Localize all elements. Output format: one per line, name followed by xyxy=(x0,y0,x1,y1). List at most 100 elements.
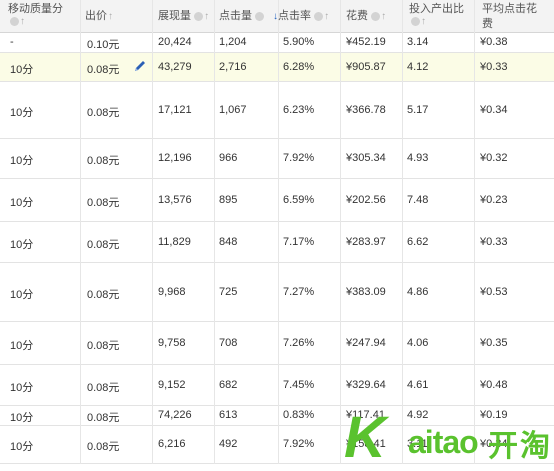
cell-avg-cpc: ¥0.23 xyxy=(480,194,508,206)
cell-cost: ¥366.78 xyxy=(346,104,386,116)
col-header-bid[interactable]: 出价↑ xyxy=(85,7,113,23)
table-row[interactable] xyxy=(0,82,554,139)
sort-up-icon[interactable]: ↑ xyxy=(20,16,25,27)
cell-avg-cpc: ¥0.32 xyxy=(480,152,508,164)
watermark-text: aitao xyxy=(408,424,479,460)
cell-roi: 4.61 xyxy=(407,379,429,391)
col-header-clicks[interactable]: 点击量 xyxy=(219,7,265,23)
cell-cost: ¥305.34 xyxy=(346,152,386,164)
cell-impressions: 11,829 xyxy=(158,236,191,248)
cell-bid: 0.08元 xyxy=(87,155,120,167)
cell-clicks: 725 xyxy=(219,286,238,298)
cell-cost: ¥329.64 xyxy=(346,379,386,391)
cell-ctr: 7.92% xyxy=(283,152,315,164)
col-header-roi-sort[interactable]: ↑ xyxy=(411,15,426,27)
col-header-ctr[interactable]: ↓点击率 ↑ xyxy=(272,7,329,23)
help-icon[interactable] xyxy=(371,11,381,21)
col-header-avg-cpc-label: 平均点击花 xyxy=(482,3,537,15)
cell-clicks: 492 xyxy=(219,438,238,450)
sort-up-icon[interactable]: ↑ xyxy=(324,11,329,22)
cell-roi: 4.86 xyxy=(407,286,429,298)
col-header-clicks-label: 点击量 xyxy=(219,10,252,22)
cell-quality: 10分 xyxy=(10,64,34,76)
cell-cost: ¥283.97 xyxy=(346,236,386,248)
cell-cost: ¥383.09 xyxy=(346,286,386,298)
cell-clicks: 613 xyxy=(219,409,238,421)
cell-roi: 4.12 xyxy=(407,61,429,73)
col-header-impressions-label: 展现量 xyxy=(158,10,191,22)
cell-impressions: 9,968 xyxy=(158,286,186,298)
col-header-impressions[interactable]: 展现量 ↑ xyxy=(158,7,209,23)
cell-clicks: 682 xyxy=(219,379,238,391)
cell-bid: 0.08元 xyxy=(87,64,120,76)
cell-quality: 10分 xyxy=(10,107,34,119)
help-icon[interactable] xyxy=(411,16,420,26)
cell-cost: ¥452.19 xyxy=(346,36,386,48)
cell-impressions: 9,758 xyxy=(158,337,186,349)
table-row[interactable] xyxy=(0,53,554,82)
cell-ctr: 7.45% xyxy=(283,379,315,391)
score-icon xyxy=(10,16,19,26)
col-header-cost[interactable]: 花费 ↑ xyxy=(346,7,386,23)
cell-bid: 0.08元 xyxy=(87,441,120,453)
help-icon[interactable] xyxy=(255,11,265,21)
cell-quality: 10分 xyxy=(10,382,34,394)
cell-ctr: 5.90% xyxy=(283,36,315,48)
cell-impressions: 43,279 xyxy=(158,61,192,73)
cell-cost: ¥247.94 xyxy=(346,337,386,349)
table-row[interactable] xyxy=(0,365,554,406)
cell-avg-cpc: ¥0.38 xyxy=(480,36,508,48)
cell-impressions: 9,152 xyxy=(158,379,186,391)
cell-ctr: 6.23% xyxy=(283,104,315,116)
col-header-quality[interactable]: 移动质量分 xyxy=(8,0,63,16)
cell-avg-cpc: ¥0.35 xyxy=(480,337,508,349)
cell-roi: 3.14 xyxy=(407,36,429,48)
cell-quality: 10分 xyxy=(10,239,34,251)
col-header-cost-label: 花费 xyxy=(346,10,368,22)
watermark-cn: 开淘 xyxy=(488,430,552,463)
col-header-quality-sort[interactable]: ↑ xyxy=(10,15,25,27)
help-icon[interactable] xyxy=(314,11,324,21)
sort-up-icon[interactable]: ↑ xyxy=(204,11,209,22)
cell-ctr: 6.59% xyxy=(283,194,315,206)
col-header-avg-cpc[interactable]: 平均点击花 xyxy=(482,0,537,16)
col-header-ctr-label: 点击率 xyxy=(278,10,311,22)
cell-clicks: 895 xyxy=(219,194,238,206)
col-header-avg-cpc-line2[interactable]: 费 xyxy=(482,15,493,31)
cell-avg-cpc: ¥0.33 xyxy=(480,236,508,248)
cell-cost: ¥202.56 xyxy=(346,194,386,206)
column-divider xyxy=(152,0,153,464)
table-row[interactable] xyxy=(0,263,554,322)
cell-clicks: 1,204 xyxy=(219,36,247,48)
cell-clicks: 848 xyxy=(219,236,238,248)
sort-up-icon[interactable]: ↑ xyxy=(108,11,113,22)
cell-roi: 4.93 xyxy=(407,152,429,164)
table-row[interactable] xyxy=(0,139,554,179)
kaitao-watermark-logo: K aitao 开淘 xyxy=(338,405,554,470)
column-divider xyxy=(80,0,81,464)
cell-bid: 0.08元 xyxy=(87,107,120,119)
cell-quality: 10分 xyxy=(10,289,34,301)
cell-quality: 10分 xyxy=(10,441,34,453)
keyword-report-table: 移动质量分 ↑ 出价↑ 展现量 ↑ 点击量 ↓点击率 ↑ 花费 ↑ 投入产出比 … xyxy=(0,0,554,470)
cell-impressions: 20,424 xyxy=(158,36,192,48)
help-icon[interactable] xyxy=(194,11,204,21)
table-row[interactable] xyxy=(0,32,554,53)
table-row[interactable] xyxy=(0,179,554,222)
column-divider xyxy=(340,0,341,464)
table-row[interactable] xyxy=(0,322,554,365)
cell-impressions: 12,196 xyxy=(158,152,192,164)
cell-clicks: 966 xyxy=(219,152,238,164)
cell-impressions: 17,121 xyxy=(158,104,192,116)
col-header-roi[interactable]: 投入产出比 xyxy=(409,0,464,16)
cell-ctr: 7.17% xyxy=(283,236,315,248)
table-row[interactable] xyxy=(0,222,554,263)
cell-quality: - xyxy=(10,36,14,48)
sort-up-icon[interactable]: ↑ xyxy=(381,11,386,22)
cell-quality: 10分 xyxy=(10,155,34,167)
sort-up-icon[interactable]: ↑ xyxy=(421,16,426,27)
col-header-avg-cpc-label-2: 费 xyxy=(482,18,493,30)
cell-roi: 7.48 xyxy=(407,194,429,206)
col-header-roi-label: 投入产出比 xyxy=(409,3,464,15)
edit-bid-icon[interactable] xyxy=(133,59,147,73)
